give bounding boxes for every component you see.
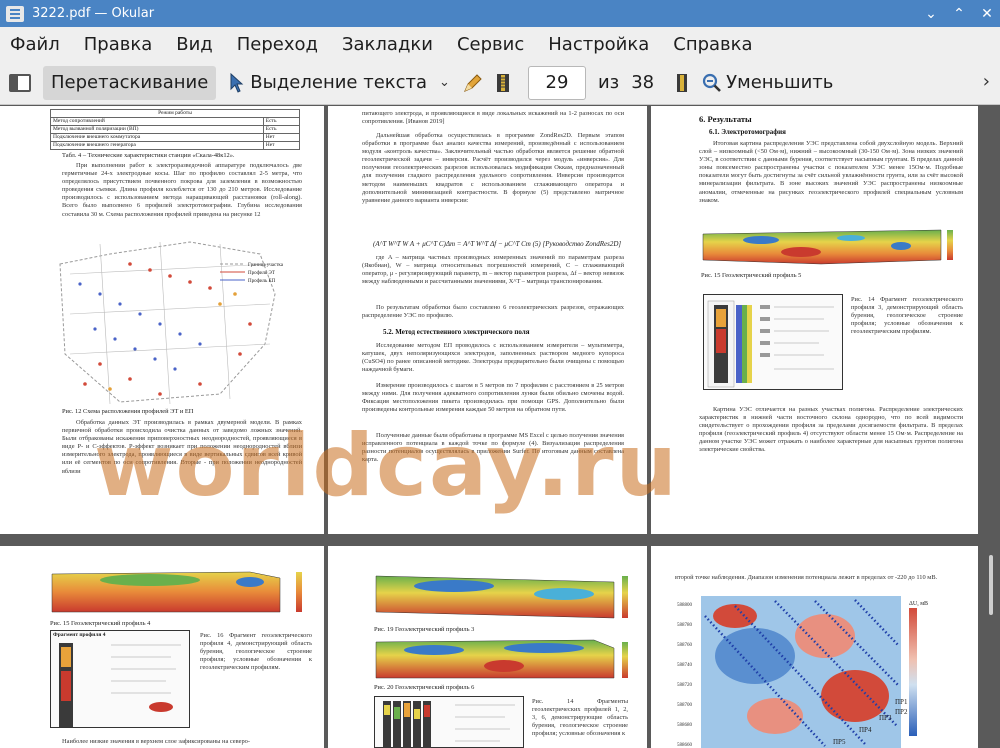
close-icon[interactable]: ✕ xyxy=(980,6,994,22)
pdf-page: питающего электрода, и проявляющиеся в в… xyxy=(328,106,647,534)
map-label-pr5: ПР5 xyxy=(833,738,846,746)
annotate-pen-icon[interactable] xyxy=(462,72,484,94)
menu-edit[interactable]: Правка xyxy=(84,34,153,55)
tech-spec-table: Режим работы Метод сопротивлений Есть Мет… xyxy=(50,109,301,150)
menu-tools[interactable]: Сервис xyxy=(457,34,524,55)
pdf-page: Рис. 19 Геоэлектрический профиль 3 Рис. … xyxy=(328,546,647,748)
paragraph: Измерение производилось с шагом в 5 метр… xyxy=(362,382,624,414)
document-view[interactable]: Режим работы Метод сопротивлений Есть Мет… xyxy=(0,106,1000,748)
svg-text:588740: 588740 xyxy=(677,663,693,668)
geoelectric-profile-6 xyxy=(375,639,628,679)
zoom-out-icon xyxy=(703,73,722,92)
figure-caption: Рис. 19 Геоэлектрический профиль 3 xyxy=(374,626,475,633)
paragraph: второй точке наблюдения. Диапазон измене… xyxy=(675,574,938,581)
paragraph: Итоговая картина распределения УЭС предс… xyxy=(699,140,963,204)
browse-tool-button[interactable]: Перетаскивание xyxy=(43,65,217,100)
page-number-input[interactable] xyxy=(527,65,586,100)
svg-text:588780: 588780 xyxy=(677,623,693,628)
page-of-label: из xyxy=(597,72,620,93)
figure-caption: Рис. 15 Геоэлектрический профиль 5 xyxy=(701,272,802,279)
menu-go[interactable]: Переход xyxy=(237,34,318,55)
potential-difference-map: 588800 588780 588760 588740 588720 588700 5886… xyxy=(677,596,917,748)
vertical-scrollbar[interactable] xyxy=(980,106,1000,748)
subsection-heading: 6.1. Электротомография xyxy=(709,128,786,136)
zipper-binder-icon[interactable] xyxy=(496,72,510,94)
menu-settings[interactable]: Настройка xyxy=(548,34,649,55)
section-heading: 5.2. Метод естественного электрического … xyxy=(383,328,530,336)
paragraph: Обработка данных ЭТ производилась в рамк… xyxy=(62,419,302,475)
figure-caption: Рис. 14 Фрагменты геоэлектрических профи… xyxy=(532,698,628,738)
window-controls: ⌄ ⌃ ✕ xyxy=(924,0,994,27)
pdf-page: Режим работы Метод сопротивлений Есть Мет… xyxy=(0,106,324,534)
paragraph: где A – матрица частных производных изме… xyxy=(362,254,624,286)
pdf-page: 6. Результаты 6.1. Электротомография Ито… xyxy=(651,106,978,534)
profile-fragment-3 xyxy=(703,294,843,390)
browse-tool-label: Перетаскивание xyxy=(51,72,209,93)
menu-help[interactable]: Справка xyxy=(673,34,752,55)
paragraph: Исследование методом ЕП проводилось с ис… xyxy=(362,342,624,374)
svg-text:588800: 588800 xyxy=(677,603,693,608)
profile-fragments-1-2-3-6 xyxy=(374,696,524,748)
chevron-down-icon[interactable]: ⌄ xyxy=(439,75,450,90)
chevron-down-icon[interactable]: ⌄ xyxy=(924,6,938,22)
geoelectric-profile-5 xyxy=(702,229,953,265)
zoom-out-label: Уменьшить xyxy=(726,72,834,93)
section-heading: 6. Результаты xyxy=(699,114,752,124)
paragraph: Дальнейшая обработка осуществлялась в пр… xyxy=(362,132,624,204)
window-title: 3222.pdf — Okular xyxy=(32,6,155,21)
pdf-page: второй точке наблюдения. Диапазон измене… xyxy=(651,546,978,748)
menu-file[interactable]: Файл xyxy=(10,34,60,55)
svg-text:588720: 588720 xyxy=(677,683,693,688)
geoelectric-profile-4 xyxy=(51,571,302,613)
figure-caption: Рис. 16 Фрагмент геоэлектрического профи… xyxy=(200,632,312,672)
map-label-pr1: ПР1 xyxy=(895,698,908,706)
menu-view[interactable]: Вид xyxy=(176,34,213,55)
figure-caption: Рис. 12 Схема расположения профилей ЭТ и… xyxy=(62,408,194,415)
svg-text:588760: 588760 xyxy=(677,643,693,648)
svg-text:588680: 588680 xyxy=(677,723,693,728)
main-toolbar: Перетаскивание Выделение текста ⌄ из 38 … xyxy=(0,61,1000,105)
paragraph: При выполнении работ к электроразведочно… xyxy=(62,162,302,218)
paragraph: Наиболее низкие значения в верхнем слое … xyxy=(62,738,250,745)
figure-caption: Рис. 15 Геоэлектрический профиль 4 xyxy=(50,620,151,627)
text-select-tool-button[interactable]: Выделение текста ⌄ xyxy=(230,66,450,100)
toolbar-overflow-icon[interactable]: › xyxy=(983,71,990,92)
cursor-icon xyxy=(230,72,244,93)
profile-layout-map xyxy=(59,241,276,405)
map-legend-et: Профиль ЭТ xyxy=(248,271,275,276)
paragraph: питающего электрода, и проявляющиеся в в… xyxy=(362,110,624,126)
scrollbar-thumb[interactable] xyxy=(989,555,993,615)
bookmark-binder-icon[interactable] xyxy=(676,72,688,94)
map-label-pr2: ПР2 xyxy=(895,708,908,716)
map-label-pr3: ПР3 xyxy=(879,714,892,722)
table-caption: Табл. 4 – Технические характеристики ста… xyxy=(62,152,235,159)
text-select-tool-label: Выделение текста xyxy=(250,72,428,93)
paragraph: По результатам обработки было составлено… xyxy=(362,304,624,320)
menu-bookmarks[interactable]: Закладки xyxy=(342,34,433,55)
menubar: Файл Правка Вид Переход Закладки Сервис … xyxy=(0,27,1000,61)
svg-text:588700: 588700 xyxy=(677,703,693,708)
window-titlebar: 3222.pdf — Okular ⌄ ⌃ ✕ xyxy=(0,0,1000,27)
okular-app-icon xyxy=(6,5,24,22)
zoom-out-button[interactable]: Уменьшить xyxy=(702,66,833,100)
geoelectric-profile-3 xyxy=(375,575,628,619)
map-unit-label: ΔU, мВ xyxy=(909,601,928,607)
formula: (A^T W^T W A + μC^T C)Δm = A^T W^T Δf − … xyxy=(373,240,622,248)
map-label-pr4: ПР4 xyxy=(859,726,872,734)
fragment-title: Фрагмент профиля 4 xyxy=(53,632,106,638)
svg-text:588660: 588660 xyxy=(677,743,693,748)
profile-fragment-4: Фрагмент профиля 4 xyxy=(50,630,190,728)
map-legend-border: Граница участка xyxy=(248,263,284,268)
paragraph: Полученные данные были обработаны в прог… xyxy=(362,432,624,464)
minimize-icon[interactable]: ⌃ xyxy=(952,6,966,22)
figure-caption: Рис. 14 Фрагмент геоэлектрического профи… xyxy=(851,296,963,336)
paragraph: Картина УЭС отличается на разных участка… xyxy=(699,406,963,454)
pdf-page: Рис. 15 Геоэлектрический профиль 4 Фрагм… xyxy=(0,546,324,748)
page-total-label: 38 xyxy=(631,72,655,93)
figure-caption: Рис. 20 Геоэлектрический профиль 6 xyxy=(374,684,475,691)
map-legend-ep: Профиль ЕП xyxy=(248,279,276,284)
sidebar-toggle-icon[interactable] xyxy=(9,73,31,92)
